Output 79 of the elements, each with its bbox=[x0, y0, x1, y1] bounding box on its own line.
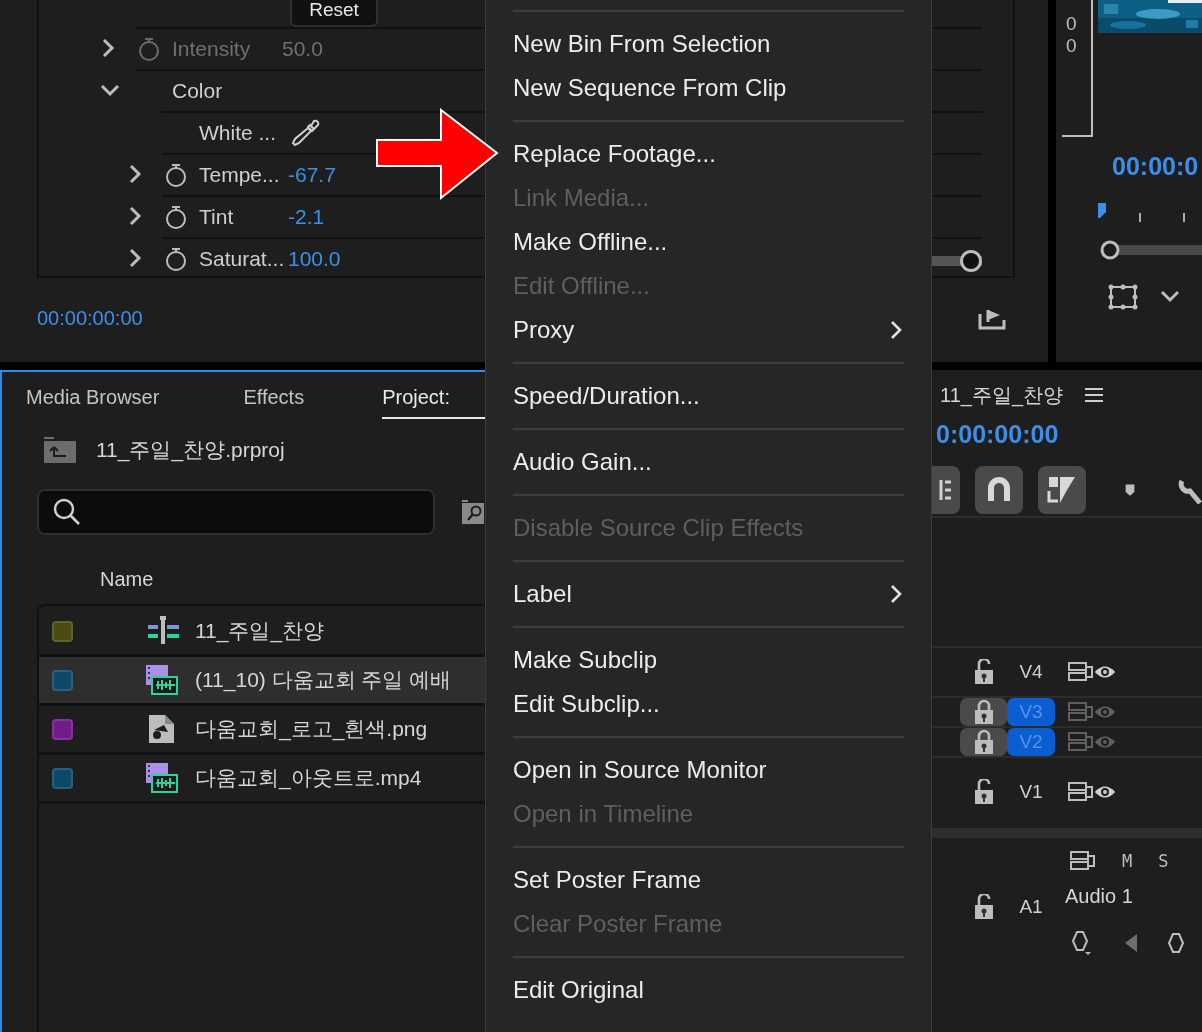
video-clip-icon bbox=[146, 665, 180, 695]
sync-lock-icon[interactable] bbox=[1070, 851, 1096, 871]
timecode[interactable]: 00:00:0 bbox=[1056, 152, 1202, 181]
menu-icon[interactable] bbox=[1085, 388, 1103, 402]
menu-item[interactable]: Replace Footage... bbox=[513, 132, 904, 176]
property-value: 50.0 bbox=[282, 37, 323, 61]
solo-button[interactable]: S bbox=[1158, 851, 1169, 871]
menu-item[interactable]: Edit Original bbox=[513, 968, 904, 1012]
chevron-right-icon[interactable] bbox=[127, 247, 143, 269]
lock-icon[interactable] bbox=[973, 699, 994, 725]
property-value[interactable]: 100.0 bbox=[288, 247, 341, 271]
track-target-button[interactable]: A1 bbox=[1007, 893, 1055, 921]
magnet-icon bbox=[987, 477, 1011, 503]
sync-lock-icon[interactable] bbox=[1068, 662, 1094, 682]
lock-icon[interactable] bbox=[973, 729, 994, 755]
linked-selection-button[interactable] bbox=[1038, 466, 1086, 514]
unlock-icon[interactable] bbox=[973, 659, 994, 685]
find-icon[interactable] bbox=[462, 500, 484, 524]
label-swatch[interactable] bbox=[52, 718, 73, 740]
property-value[interactable]: -67.7 bbox=[288, 163, 336, 187]
sync-lock-icon[interactable] bbox=[1068, 782, 1094, 802]
chevron-right-icon[interactable] bbox=[127, 163, 143, 185]
reset-button[interactable]: Reset bbox=[290, 0, 378, 27]
menu-item[interactable]: Audio Gain... bbox=[513, 440, 904, 484]
search-icon bbox=[53, 498, 81, 526]
previous-keyframe-icon[interactable] bbox=[1124, 933, 1138, 953]
file-name: 다움교회_아웃트로.mp4 bbox=[195, 765, 422, 792]
menu-item[interactable]: Speed/Duration... bbox=[513, 374, 904, 418]
label-swatch[interactable] bbox=[52, 767, 73, 789]
ruler-label: 0 bbox=[1066, 14, 1078, 34]
video-clip-icon bbox=[146, 763, 180, 793]
property-label: White ... bbox=[199, 121, 278, 145]
file-name: 11_주일_찬양 bbox=[195, 618, 325, 645]
unlock-icon[interactable] bbox=[973, 894, 994, 920]
add-keyframe-icon[interactable] bbox=[1168, 933, 1184, 953]
track-name: Audio 1 bbox=[1065, 884, 1134, 908]
track-target-button[interactable]: V4 bbox=[1007, 658, 1055, 686]
mute-button[interactable]: M bbox=[1122, 851, 1133, 871]
folder-up-icon[interactable] bbox=[44, 437, 76, 463]
panel-tab[interactable]: Media Browser bbox=[26, 375, 160, 419]
slider-handle[interactable] bbox=[960, 250, 982, 272]
label-swatch[interactable] bbox=[52, 669, 73, 691]
keyframe-menu-icon[interactable] bbox=[1070, 930, 1094, 956]
column-header[interactable]: Name bbox=[100, 568, 154, 604]
menu-item[interactable]: Make Offline... bbox=[513, 220, 904, 264]
menu-item[interactable]: Set Poster Frame bbox=[513, 858, 904, 902]
unlock-icon[interactable] bbox=[973, 779, 994, 805]
property-value[interactable]: -2.1 bbox=[288, 205, 325, 229]
property-label: Tempe... bbox=[199, 163, 281, 187]
stopwatch-icon[interactable] bbox=[165, 205, 187, 229]
chevron-right-icon[interactable] bbox=[127, 205, 143, 227]
tool-button[interactable] bbox=[932, 466, 960, 514]
safe-margins-icon[interactable] bbox=[1108, 284, 1138, 310]
stopwatch-icon[interactable] bbox=[165, 247, 187, 271]
snap-button[interactable] bbox=[975, 466, 1023, 514]
ruler-label: 0 bbox=[1066, 36, 1078, 56]
search-field[interactable] bbox=[37, 489, 435, 535]
project-path: 11_주일_찬양.prproj bbox=[96, 437, 285, 464]
menu-item[interactable]: New Bin From Selection bbox=[513, 22, 904, 66]
stopwatch-icon[interactable] bbox=[165, 163, 187, 187]
label-swatch[interactable] bbox=[52, 620, 73, 642]
sequence-icon bbox=[146, 616, 180, 646]
property-label: Intensity bbox=[172, 37, 252, 61]
menu-item[interactable]: Proxy bbox=[513, 308, 904, 352]
chevron-down-icon[interactable] bbox=[1160, 290, 1180, 304]
track-target-button[interactable]: V1 bbox=[1007, 778, 1055, 806]
eyedropper-icon[interactable] bbox=[290, 118, 320, 148]
timecode[interactable]: 0:00:00:00 bbox=[932, 420, 1202, 464]
menu-item[interactable]: New Sequence From Clip bbox=[513, 66, 904, 110]
timecode[interactable]: 00:00:00:00 bbox=[37, 306, 143, 330]
sequence-tab[interactable]: 11_주일_찬양 bbox=[940, 381, 1063, 409]
panel-tab[interactable]: Effects bbox=[243, 375, 305, 419]
file-name: 다움교회_로고_흰색.png bbox=[195, 716, 428, 743]
property-label: Saturat... bbox=[199, 247, 286, 271]
linked-selection-icon bbox=[1047, 475, 1077, 505]
file-name: (11_10) 다움교회 주일 예배 bbox=[195, 667, 452, 694]
property-label: Tint bbox=[199, 205, 235, 229]
insert-icon bbox=[939, 478, 953, 502]
group-label: Color bbox=[172, 79, 224, 103]
